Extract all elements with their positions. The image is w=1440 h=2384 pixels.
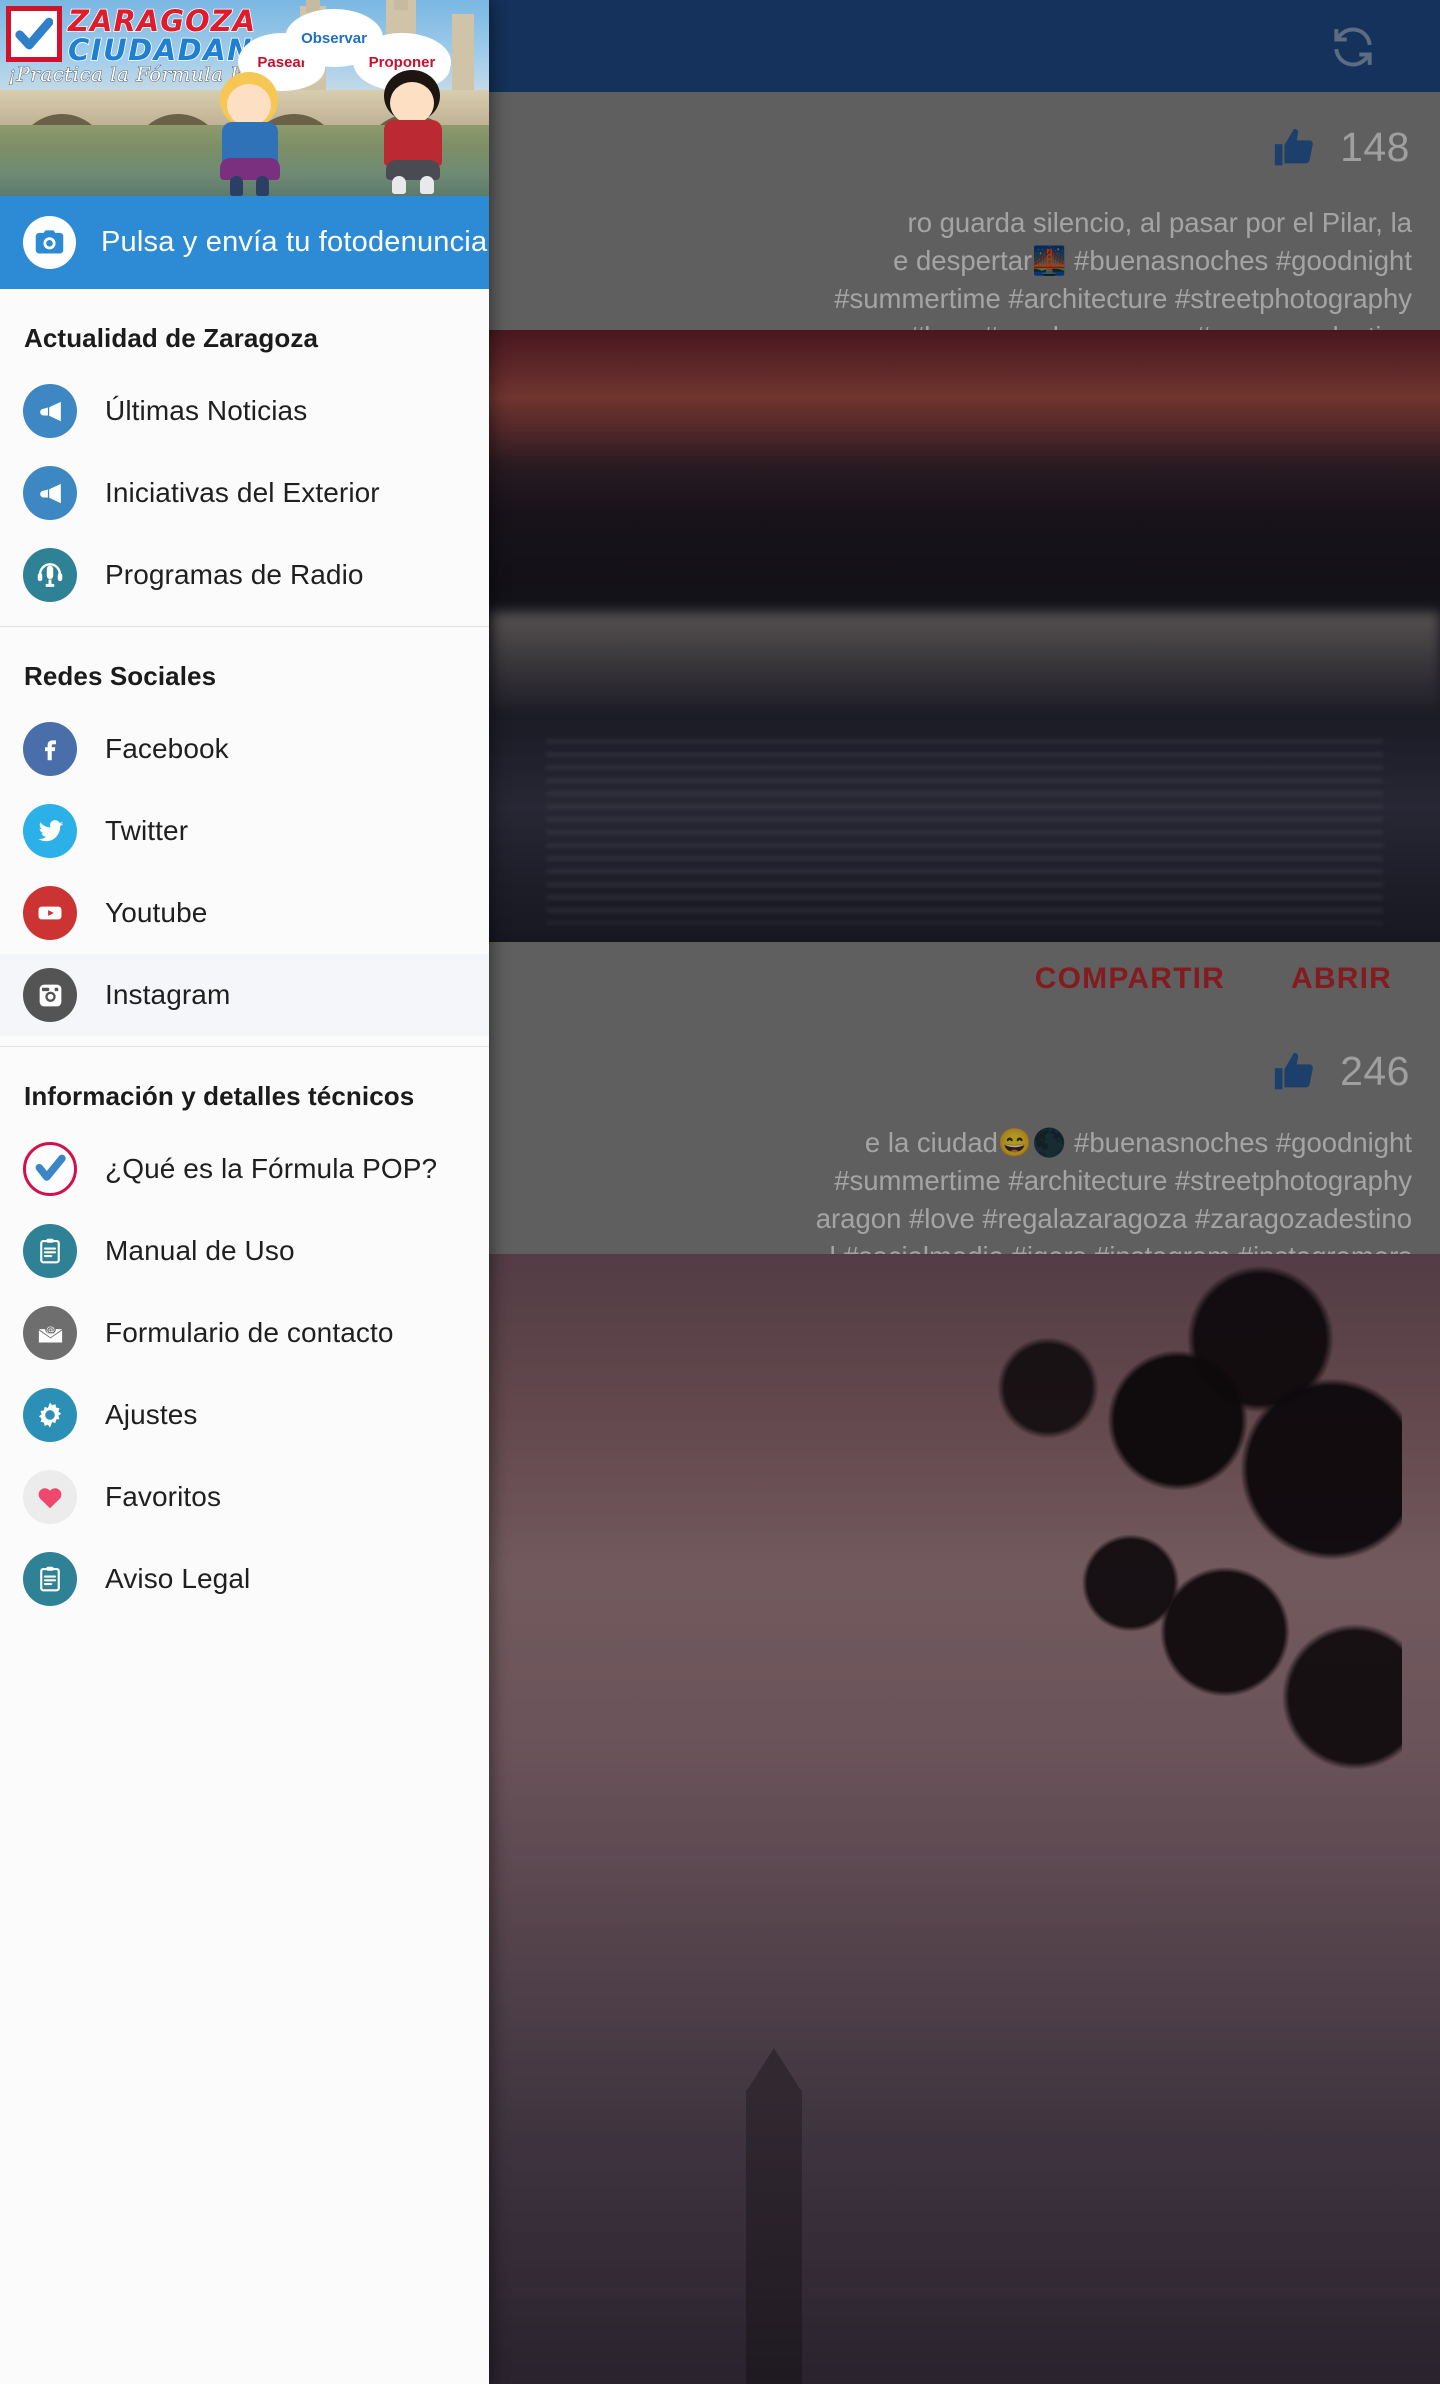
- menu-item-iniciativas-del-exterior[interactable]: Iniciativas del Exterior: [0, 452, 489, 534]
- megaphone-icon: [23, 384, 77, 438]
- menu-item-favoritos[interactable]: Favoritos: [0, 1456, 489, 1538]
- document-icon: [23, 1224, 77, 1278]
- menu-item-label: Formulario de contacto: [105, 1317, 394, 1348]
- boy-character: [360, 68, 470, 196]
- menu-item-label: Iniciativas del Exterior: [105, 477, 380, 508]
- navigation-drawer[interactable]: ZARAGOZA CIUDADANA ¡Practica la Fórmula …: [0, 0, 489, 2384]
- fotodenuncia-button[interactable]: Pulsa y envía tu fotodenuncia: [0, 196, 489, 289]
- section-informacion: Información y detalles técnicos ¿Qué es …: [0, 1046, 489, 1630]
- menu-item-formulario-de-contacto[interactable]: @ Formulario de contacto: [0, 1292, 489, 1374]
- menu-item-youtube[interactable]: Youtube: [0, 872, 489, 954]
- girl-character: [196, 68, 306, 196]
- camera-icon: [23, 216, 76, 269]
- menu-item-label: Youtube: [105, 897, 208, 928]
- menu-item-label: Programas de Radio: [105, 559, 364, 590]
- check-logo-icon: [6, 6, 62, 62]
- svg-text:@: @: [45, 1325, 54, 1335]
- menu-item-facebook[interactable]: Facebook: [0, 708, 489, 790]
- menu-item-label: ¿Qué es la Fórmula POP?: [105, 1153, 438, 1184]
- megaphone-icon: [23, 466, 77, 520]
- basilica-spire: [394, 0, 408, 10]
- menu-item-label: Twitter: [105, 815, 189, 846]
- menu-item-label: Ajustes: [105, 1399, 198, 1430]
- radio-mic-icon: [23, 548, 77, 602]
- menu-item-instagram[interactable]: Instagram: [0, 954, 489, 1036]
- menu-item-label: Últimas Noticias: [105, 395, 308, 426]
- menu-item-ajustes[interactable]: Ajustes: [0, 1374, 489, 1456]
- twitter-icon: [23, 804, 77, 858]
- pop-check-icon: [23, 1142, 77, 1196]
- menu-item-que-es-la-formula-pop[interactable]: ¿Qué es la Fórmula POP?: [0, 1128, 489, 1210]
- menu-item-twitter[interactable]: Twitter: [0, 790, 489, 872]
- menu-item-label: Instagram: [105, 979, 231, 1010]
- menu-item-label: Aviso Legal: [105, 1563, 251, 1594]
- section-title: Redes Sociales: [24, 661, 217, 691]
- menu-item-ultimas-noticias[interactable]: Últimas Noticias: [0, 370, 489, 452]
- instagram-icon: [23, 968, 77, 1022]
- heart-icon: [23, 1470, 77, 1524]
- basilica-spire: [306, 0, 320, 16]
- menu-item-aviso-legal[interactable]: Aviso Legal: [0, 1538, 489, 1620]
- menu-item-label: Favoritos: [105, 1481, 222, 1512]
- menu-item-programas-de-radio[interactable]: Programas de Radio: [0, 534, 489, 616]
- section-actualidad: Actualidad de Zaragoza Últimas Noticias …: [0, 289, 489, 626]
- section-redes-sociales: Redes Sociales Facebook Twitter Youtube …: [0, 626, 489, 1046]
- document-icon: [23, 1552, 77, 1606]
- section-title: Actualidad de Zaragoza: [24, 323, 319, 353]
- fotodenuncia-label: Pulsa y envía tu fotodenuncia: [101, 226, 488, 258]
- menu-item-label: Manual de Uso: [105, 1235, 295, 1266]
- gear-icon: [23, 1388, 77, 1442]
- menu-item-manual-de-uso[interactable]: Manual de Uso: [0, 1210, 489, 1292]
- drawer-header-banner: ZARAGOZA CIUDADANA ¡Practica la Fórmula …: [0, 0, 489, 196]
- section-title: Información y detalles técnicos: [24, 1081, 415, 1111]
- youtube-icon: [23, 886, 77, 940]
- facebook-icon: [23, 722, 77, 776]
- menu-item-label: Facebook: [105, 733, 229, 764]
- mail-at-icon: @: [23, 1306, 77, 1360]
